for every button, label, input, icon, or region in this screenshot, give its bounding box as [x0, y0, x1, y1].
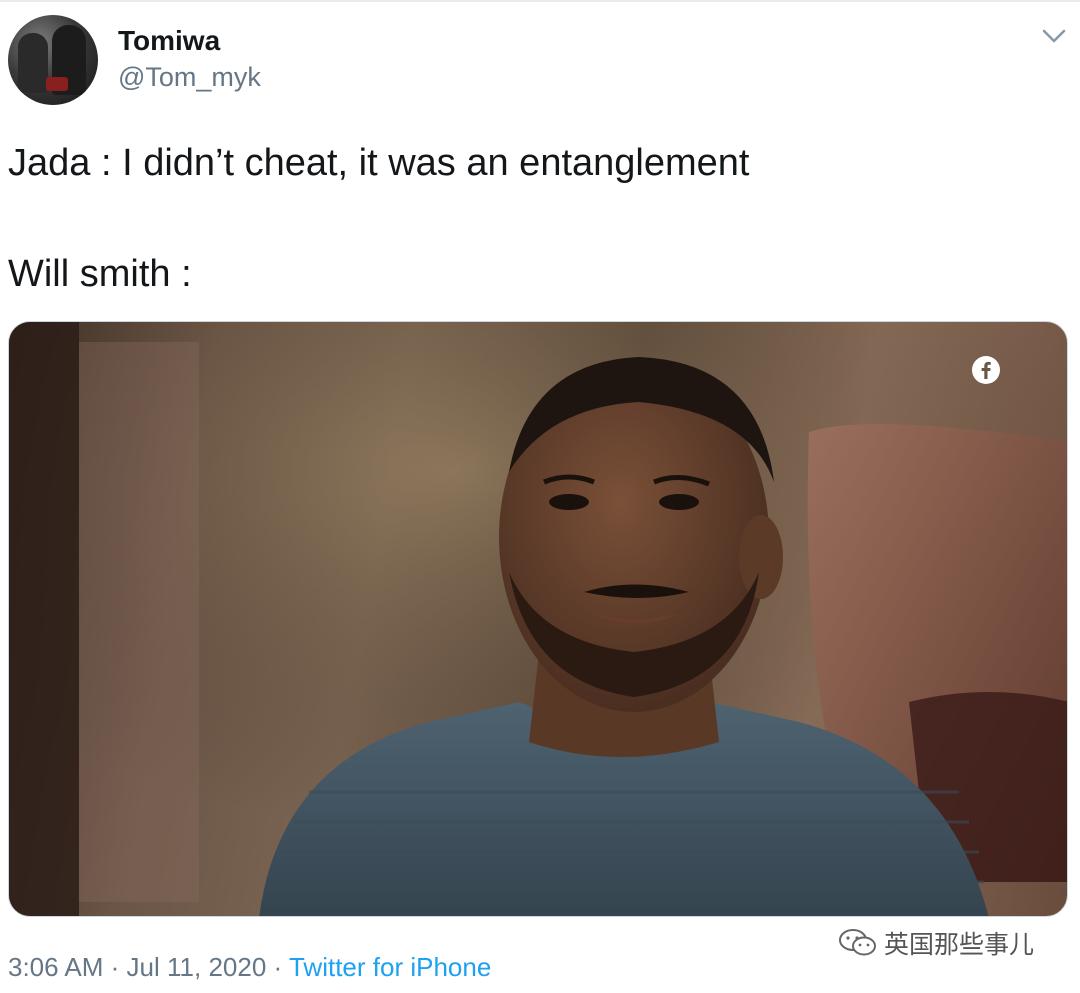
tweet-date[interactable]: Jul 11, 2020: [127, 952, 267, 982]
display-name[interactable]: Tomiwa: [118, 24, 220, 58]
tweet-time: 3:06 AM: [8, 952, 104, 982]
tweet-text-line: Jada : I didn’t cheat, it was an entangl…: [8, 142, 750, 184]
tweet-media-image[interactable]: [8, 321, 1068, 917]
tweet-source-link[interactable]: Twitter for iPhone: [289, 952, 491, 982]
meta-separator: ·: [273, 952, 283, 982]
avatar-accent: [46, 77, 68, 91]
tweet-meta: 3:06 AM · Jul 11, 2020 · Twitter for iPh…: [8, 950, 491, 984]
avatar-figure: [18, 33, 48, 93]
watermark-text: 英国那些事儿: [884, 930, 1035, 959]
user-handle[interactable]: @Tom_myk: [118, 60, 261, 94]
media-illustration: [9, 322, 1067, 916]
meta-separator: ·: [110, 952, 120, 982]
facebook-icon: [972, 356, 1000, 384]
avatar[interactable]: [8, 15, 98, 105]
top-divider: [0, 0, 1080, 2]
tweet-text-line: Will smith :: [8, 253, 192, 295]
wechat-icon: [839, 929, 876, 956]
watermark: 英国那些事儿: [838, 925, 1034, 961]
chevron-down-icon[interactable]: [1040, 26, 1068, 46]
